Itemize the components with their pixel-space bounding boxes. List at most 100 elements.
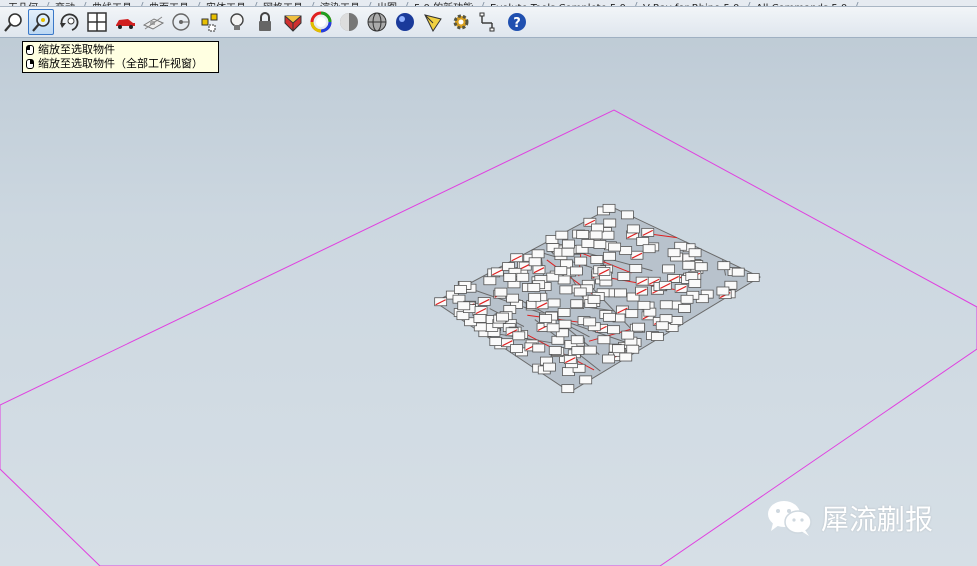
object-label-box (561, 247, 575, 257)
grid-viewports-icon (87, 12, 107, 32)
options-gear-button[interactable] (448, 9, 474, 35)
lock-icon (259, 12, 271, 31)
car-button[interactable] (112, 9, 138, 35)
object-label-box (603, 218, 617, 228)
right-mouse-icon (26, 59, 34, 69)
layout-button[interactable] (476, 9, 502, 35)
object-label-box (607, 325, 620, 335)
object-label-box (557, 275, 571, 285)
object-label-box (571, 346, 585, 355)
object-label-box (678, 304, 691, 313)
object-label-box (531, 249, 545, 259)
pen-button[interactable] (420, 9, 446, 35)
object-label-box (626, 224, 640, 234)
object-label-box (496, 312, 509, 322)
object-label-box (559, 285, 573, 295)
ribbon-tab-strip: 无几何变动曲线工具曲面工具实体工具网格工具渲染工具出图5.0 的新功能Evolu… (0, 0, 977, 7)
selected-model[interactable] (434, 203, 762, 394)
object-label-box (617, 272, 631, 281)
render-pass-icon (142, 16, 164, 30)
object-label-box (516, 272, 530, 282)
object-label-box (608, 242, 622, 252)
tooltip-line-1: 缩放至选取物件 (38, 43, 115, 56)
object-label-box (621, 210, 634, 220)
object-label-box (662, 264, 675, 274)
svg-text:?: ? (513, 16, 521, 31)
object-label-box (581, 239, 595, 248)
zoom-extents-button[interactable] (0, 9, 26, 35)
object-label-box (555, 230, 569, 240)
rotate-view-button[interactable] (56, 9, 82, 35)
render-pass-button[interactable] (140, 9, 166, 35)
object-label-box (562, 239, 575, 249)
light-button[interactable] (224, 9, 250, 35)
wechat-icon (768, 501, 812, 536)
object-label-box (593, 239, 607, 249)
material-button[interactable] (280, 9, 306, 35)
object-label-box (551, 335, 565, 345)
object-label-box (637, 300, 651, 310)
pen-icon (424, 14, 442, 32)
object-label-box (583, 317, 597, 327)
lightbulb-icon (230, 13, 244, 30)
object-label-box (659, 300, 673, 310)
object-label-box (625, 309, 639, 319)
object-label-box (619, 246, 633, 255)
object-label-box (589, 230, 603, 240)
object-label-box (483, 276, 497, 286)
material-icon (284, 15, 302, 32)
object-label-box (614, 288, 627, 298)
object-label-box (494, 287, 508, 297)
object-label-box (583, 345, 597, 355)
watermark: 犀流蒯报 (765, 498, 933, 538)
rendered-sphere-button[interactable] (392, 9, 418, 35)
object-label-box (597, 335, 611, 345)
object-label-box (527, 283, 541, 292)
object-label-box (626, 344, 640, 354)
tooltip: 缩放至选取物件 缩放至选取物件（全部工作视窗） (22, 41, 219, 73)
object-label-box (528, 292, 542, 302)
car-icon (116, 19, 135, 29)
perspective-viewport[interactable] (0, 39, 977, 566)
object-label-box (573, 287, 587, 297)
object-label-box (457, 301, 471, 311)
lock-button[interactable] (252, 9, 278, 35)
color-wheel-button[interactable] (308, 9, 334, 35)
object-label-box (746, 273, 760, 282)
wire-sphere-button[interactable] (364, 9, 390, 35)
object-label-box (682, 260, 696, 270)
object-label-box (716, 286, 730, 296)
object-label-box (688, 279, 702, 288)
target-icon (172, 13, 190, 31)
help-icon: ? (508, 13, 526, 31)
object-label-box (576, 230, 590, 239)
object-label-box (621, 330, 635, 340)
tooltip-line-2: 缩放至选取物件（全部工作视窗） (38, 57, 203, 70)
left-mouse-icon (26, 45, 34, 55)
object-label-box (547, 298, 561, 308)
zoom-selected-button[interactable] (28, 9, 54, 35)
object-label-box (731, 267, 745, 277)
shaded-sphere-button[interactable] (336, 9, 362, 35)
object-label-box (655, 321, 669, 331)
object-label-box (489, 337, 503, 346)
object-label-box (503, 273, 517, 282)
help-button[interactable]: ? (504, 9, 530, 35)
four-viewports-button[interactable] (84, 9, 110, 35)
select-objects-button[interactable] (196, 9, 222, 35)
object-label-box (473, 314, 487, 323)
object-label-box (717, 261, 731, 271)
object-label-box (587, 294, 601, 304)
layout-icon (479, 12, 495, 32)
object-label-box (590, 255, 604, 265)
object-label-box (629, 264, 643, 273)
object-label-box (532, 343, 546, 353)
object-label-box (579, 375, 593, 385)
object-label-box (570, 335, 584, 345)
object-label-box (510, 344, 523, 354)
gear-icon (453, 14, 469, 30)
rotate-view-icon (60, 13, 79, 31)
object-label-box (512, 331, 526, 341)
object-label-box (558, 319, 572, 329)
target-button[interactable] (168, 9, 194, 35)
